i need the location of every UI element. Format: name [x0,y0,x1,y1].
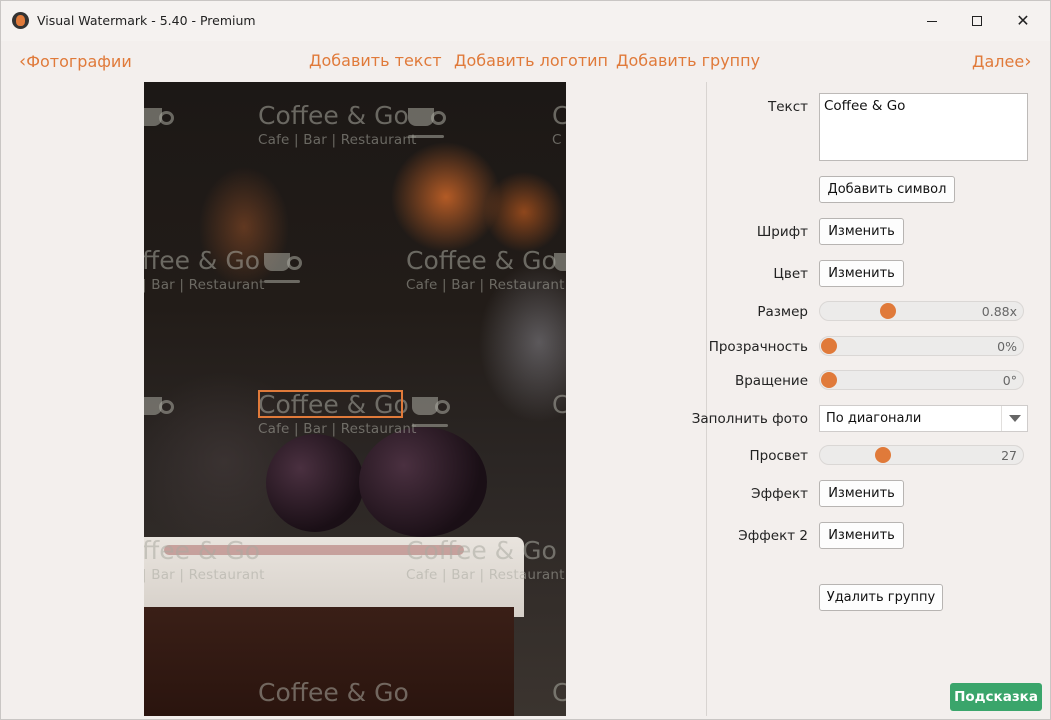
gap-slider-handle[interactable] [874,447,891,463]
opacity-slider[interactable]: 0% [819,336,1024,356]
maximize-icon [972,16,982,26]
minimize-button[interactable] [909,1,955,41]
size-label: Размер [757,304,808,320]
add-logo-button[interactable]: Добавить логотип [454,51,608,70]
next-button[interactable]: Далее› [972,51,1031,72]
text-label: Текст [768,99,808,115]
watermark-subtitle: Cafe | Bar | Restaurant [406,567,565,583]
effect-label: Эффект [751,486,808,502]
app-logo-icon [12,12,29,29]
coffee-cup-icon [554,253,566,279]
coffee-cup-icon [144,397,174,423]
watermark-subtitle: Cafe | Bar | Restaurant [258,421,417,437]
watermark-tile-partial: C C [552,101,566,149]
watermark-subtitle: Cafe | Bar | Restaurant [406,277,565,293]
watermark-subtitle: C [552,132,562,148]
fill-photo-label: Заполнить фото [691,411,808,427]
delete-group-button[interactable]: Удалить группу [819,584,943,611]
watermark-title: Coffee & Go [258,101,409,130]
preview-area: Coffee & Go Cafe | Bar | Restaurant C C … [2,82,705,716]
watermark-tile: Coffee & Go Cafe | Bar | Restaurant [406,246,565,294]
watermark-tile-partial: ffee & Go | Bar | Restaurant [144,246,265,294]
app-window: Visual Watermark - 5.40 - Premium ✕ ‹Фот… [0,0,1051,720]
blackberry-image [359,427,487,537]
size-slider[interactable]: 0.88x [819,301,1024,321]
title-bar: Visual Watermark - 5.40 - Premium ✕ [1,1,1050,41]
close-button[interactable]: ✕ [1000,1,1046,41]
gap-value: 27 [1001,448,1017,463]
watermark-title: ffee & Go [144,246,261,275]
gap-slider[interactable]: 27 [819,445,1024,465]
watermark-tile: Coffee & Go Cafe | Bar | Restaurant [258,101,417,149]
opacity-label: Прозрачность [708,339,808,355]
change-effect-button[interactable]: Изменить [819,480,904,507]
watermark-title: C [552,101,566,130]
add-group-button[interactable]: Добавить группу [616,51,760,70]
size-value: 0.88x [981,304,1017,319]
watermark-tile: Coffee & Go Cafe | Bar | Restaurant [406,536,565,584]
watermark-title: Coffee & Go [406,536,557,565]
watermark-subtitle: | Bar | Restaurant [144,277,265,293]
coffee-cup-icon [412,397,450,423]
watermark-title: C [552,390,566,419]
photo-preview[interactable]: Coffee & Go Cafe | Bar | Restaurant C C … [144,82,566,716]
window-title: Visual Watermark - 5.40 - Premium [37,13,256,28]
fill-mode-select[interactable]: По диагонали [819,405,1028,432]
watermark-subtitle: Cafe | Bar | Restaurant [258,132,417,148]
watermark-tile: Coffee & Go [258,679,409,707]
watermark-tile-partial: C [552,391,566,419]
chevron-right-icon: › [1024,51,1032,72]
watermark-title: Coffee & Go [406,246,557,275]
watermark-subtitle: | Bar | Restaurant [144,567,265,583]
change-color-button[interactable]: Изменить [819,260,904,287]
rotation-slider[interactable]: 0° [819,370,1024,390]
opacity-value: 0% [997,339,1017,354]
color-label: Цвет [773,266,808,282]
change-effect2-button[interactable]: Изменить [819,522,904,549]
coffee-cup-icon [264,253,302,279]
effect2-label: Эффект 2 [738,528,808,544]
font-label: Шрифт [756,224,808,240]
watermark-tile-partial: C [552,679,566,707]
settings-panel: Текст Coffee & Go Добавить символ Шрифт … [692,82,1051,716]
blackberry-image [266,434,364,532]
maximize-button[interactable] [954,1,1000,41]
chevron-down-icon[interactable] [1001,406,1027,431]
size-slider-handle[interactable] [880,303,897,319]
watermark-title: C [552,678,566,707]
help-button[interactable]: Подсказка [950,683,1042,711]
back-to-photos-button[interactable]: ‹Фотографии [19,51,132,72]
toolbar: ‹Фотографии Добавить текст Добавить лого… [1,41,1050,81]
change-font-button[interactable]: Изменить [819,218,904,245]
rotation-slider-handle[interactable] [821,372,837,388]
gap-label: Просвет [749,448,808,464]
opacity-slider-handle[interactable] [821,338,837,354]
add-symbol-button[interactable]: Добавить символ [819,176,955,203]
rotation-label: Вращение [734,373,808,389]
next-label: Далее [972,52,1025,71]
back-label: Фотографии [26,52,132,71]
watermark-title: ffee & Go [144,536,261,565]
fill-mode-value: По диагонали [826,411,922,426]
coffee-cup-icon [408,108,446,134]
close-icon: ✕ [1016,11,1030,30]
minimize-icon [927,20,937,22]
coffee-cup-icon [144,108,174,134]
watermark-title: Coffee & Go [258,678,409,707]
selection-frame[interactable] [258,390,403,418]
rotation-value: 0° [1002,373,1017,388]
watermark-tile-partial: ffee & Go | Bar | Restaurant [144,536,265,584]
watermark-text-input[interactable]: Coffee & Go [819,93,1028,161]
add-text-button[interactable]: Добавить текст [309,51,442,70]
